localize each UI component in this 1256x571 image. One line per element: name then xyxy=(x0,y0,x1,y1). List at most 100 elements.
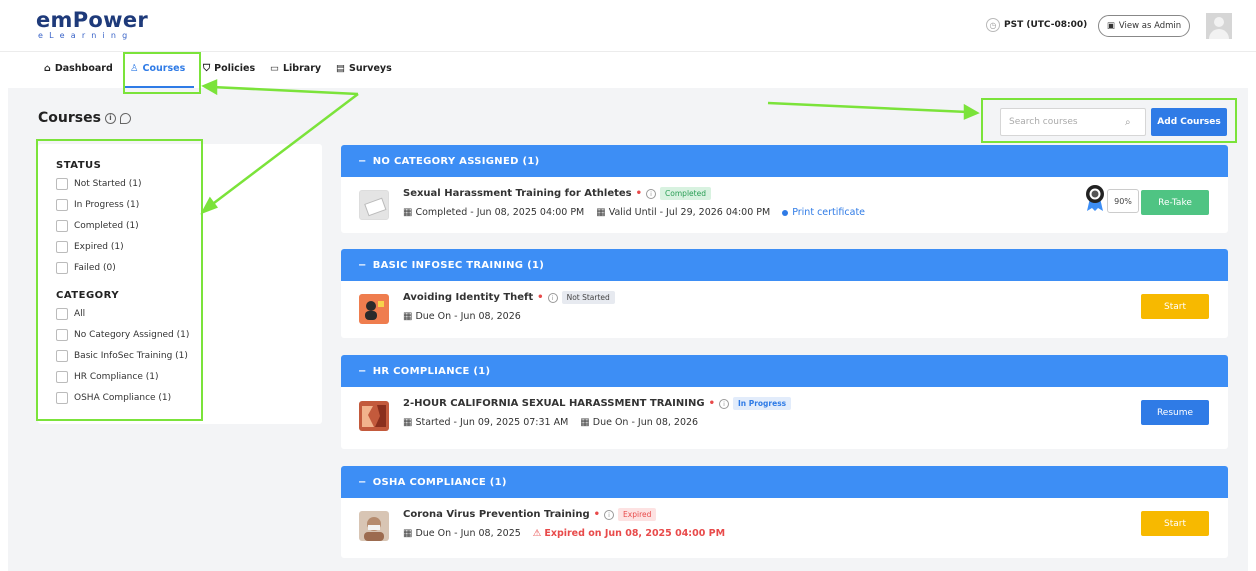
empower-logo[interactable]: emPower eLearning xyxy=(36,9,148,41)
calendar-icon: ▦ xyxy=(403,417,413,428)
info-icon[interactable]: i xyxy=(718,398,729,409)
info-icon[interactable]: i xyxy=(604,509,615,520)
calendar-icon: ▦ xyxy=(403,207,413,218)
ribbon-icon: ♙ xyxy=(130,63,139,74)
checkbox[interactable] xyxy=(56,350,68,362)
course-title[interactable]: Sexual Harassment Training for Athletes … xyxy=(403,187,711,200)
resume-button[interactable]: Resume xyxy=(1141,400,1209,425)
info-icon[interactable]: i xyxy=(646,188,657,199)
course-title-text[interactable]: Avoiding Identity Theft xyxy=(403,292,533,303)
document-icon: ▤ xyxy=(336,63,345,74)
filter-label: In Progress (1) xyxy=(74,200,140,210)
checkbox[interactable] xyxy=(56,308,68,320)
nav-dashboard[interactable]: ⌂ Dashboard xyxy=(44,63,113,74)
collapse-icon: − xyxy=(358,155,367,167)
due-date: Due On - Jun 08, 2025 xyxy=(415,528,521,539)
filter-label: Failed (0) xyxy=(74,263,116,273)
course-thumbnail xyxy=(359,294,389,324)
checkbox[interactable] xyxy=(56,262,68,274)
calendar-icon: ▦ xyxy=(596,207,606,218)
expired-note: Expired on Jun 08, 2025 04:00 PM xyxy=(544,528,726,539)
user-avatar[interactable] xyxy=(1206,13,1232,39)
filter-status-failed[interactable]: Failed (0) xyxy=(56,262,116,274)
category-panel-hr: − HR COMPLIANCE (1) 2-HOUR CALIFORNIA SE… xyxy=(341,355,1228,449)
filter-label: HR Compliance (1) xyxy=(74,372,159,382)
status-heading: STATUS xyxy=(56,160,102,171)
status-badge: Completed xyxy=(660,187,711,200)
due-date: Due On - Jun 08, 2026 xyxy=(415,311,521,322)
course-title-text[interactable]: Sexual Harassment Training for Athletes xyxy=(403,188,632,199)
filter-category-all[interactable]: All xyxy=(56,308,85,320)
filter-status-in-progress[interactable]: In Progress (1) xyxy=(56,199,139,211)
search-box: ⌕ xyxy=(1000,108,1146,136)
view-as-admin-button[interactable]: ▣ View as Admin xyxy=(1098,15,1190,37)
filter-category-infosec[interactable]: Basic InfoSec Training (1) xyxy=(56,350,188,362)
calendar-icon: ▦ xyxy=(580,417,590,428)
status-badge: Expired xyxy=(618,508,657,521)
certificate-medal-icon xyxy=(1086,185,1104,211)
start-button[interactable]: Start xyxy=(1141,294,1209,319)
valid-until-date: Valid Until - Jul 29, 2026 04:00 PM xyxy=(608,207,771,218)
filter-label: No Category Assigned (1) xyxy=(74,330,190,340)
filter-category-no-category[interactable]: No Category Assigned (1) xyxy=(56,329,189,341)
category-header[interactable]: − HR COMPLIANCE (1) xyxy=(341,355,1228,387)
checkbox[interactable] xyxy=(56,392,68,404)
course-row: Avoiding Identity Theft • i Not Started … xyxy=(341,281,1228,337)
info-icon[interactable]: i xyxy=(547,292,558,303)
folder-icon: ▭ xyxy=(270,63,279,74)
course-row: 2-HOUR CALIFORNIA SEXUAL HARASSMENT TRAI… xyxy=(341,387,1228,443)
collapse-icon: − xyxy=(358,365,367,377)
retake-button[interactable]: Re-Take xyxy=(1141,190,1209,215)
category-header[interactable]: − OSHA COMPLIANCE (1) xyxy=(341,466,1228,498)
nav-surveys[interactable]: ▤ Surveys xyxy=(336,63,392,74)
course-title[interactable]: Avoiding Identity Theft • i Not Started xyxy=(403,291,615,304)
checkbox[interactable] xyxy=(56,199,68,211)
search-icon[interactable]: ⌕ xyxy=(1125,117,1131,128)
course-row: Sexual Harassment Training for Athletes … xyxy=(341,177,1228,233)
checkbox[interactable] xyxy=(56,371,68,383)
start-button[interactable]: Start xyxy=(1141,511,1209,536)
course-row: Corona Virus Prevention Training • i Exp… xyxy=(341,498,1228,554)
window-icon: ▣ xyxy=(1106,21,1115,31)
required-marker: • xyxy=(593,509,601,520)
course-title[interactable]: Corona Virus Prevention Training • i Exp… xyxy=(403,508,657,521)
chat-icon[interactable] xyxy=(119,112,131,124)
nav-library[interactable]: ▭ Library xyxy=(270,63,321,74)
print-certificate-link[interactable]: Print certificate xyxy=(782,207,865,218)
due-date: Due On - Jun 08, 2026 xyxy=(592,417,699,428)
course-title[interactable]: 2-HOUR CALIFORNIA SEXUAL HARASSMENT TRAI… xyxy=(403,397,792,410)
nav-courses[interactable]: ♙ Courses xyxy=(130,63,185,74)
completed-date: Completed - Jun 08, 2025 04:00 PM xyxy=(415,207,585,218)
dot-icon xyxy=(782,209,789,216)
filter-status-expired[interactable]: Expired (1) xyxy=(56,241,124,253)
calendar-icon: ▦ xyxy=(403,311,413,322)
checkbox[interactable] xyxy=(56,241,68,253)
filter-category-hr[interactable]: HR Compliance (1) xyxy=(56,371,158,383)
nav-library-label: Library xyxy=(282,63,322,74)
category-title: OSHA COMPLIANCE (1) xyxy=(372,476,507,488)
category-header[interactable]: − BASIC INFOSEC TRAINING (1) xyxy=(341,249,1228,281)
page-title: Courses i xyxy=(38,110,131,126)
course-meta: ▦ Due On - Jun 08, 2026 xyxy=(403,311,521,322)
logo-main-text: emPower xyxy=(36,8,149,32)
filter-status-not-started[interactable]: Not Started (1) xyxy=(56,178,141,190)
nav-policies[interactable]: ⛉ Policies xyxy=(203,63,255,74)
course-title-text[interactable]: Corona Virus Prevention Training xyxy=(403,509,590,520)
category-header[interactable]: − NO CATEGORY ASSIGNED (1) xyxy=(341,145,1228,177)
add-courses-button[interactable]: Add Courses xyxy=(1151,108,1227,136)
category-title: BASIC INFOSEC TRAINING (1) xyxy=(372,259,545,271)
nav-courses-label: Courses xyxy=(142,63,186,74)
info-icon[interactable]: i xyxy=(104,112,116,124)
filter-status-completed[interactable]: Completed (1) xyxy=(56,220,139,232)
filter-category-osha[interactable]: OSHA Compliance (1) xyxy=(56,392,171,404)
view-as-admin-label: View as Admin xyxy=(1118,21,1182,31)
checkbox[interactable] xyxy=(56,220,68,232)
filter-label: Expired (1) xyxy=(74,242,124,252)
checkbox[interactable] xyxy=(56,329,68,341)
search-input[interactable] xyxy=(1009,117,1119,127)
required-marker: • xyxy=(635,188,643,199)
filter-panel: STATUS Not Started (1) In Progress (1) C… xyxy=(38,144,322,424)
filter-label: Not Started (1) xyxy=(74,179,142,189)
course-title-text[interactable]: 2-HOUR CALIFORNIA SEXUAL HARASSMENT TRAI… xyxy=(403,398,705,409)
checkbox[interactable] xyxy=(56,178,68,190)
